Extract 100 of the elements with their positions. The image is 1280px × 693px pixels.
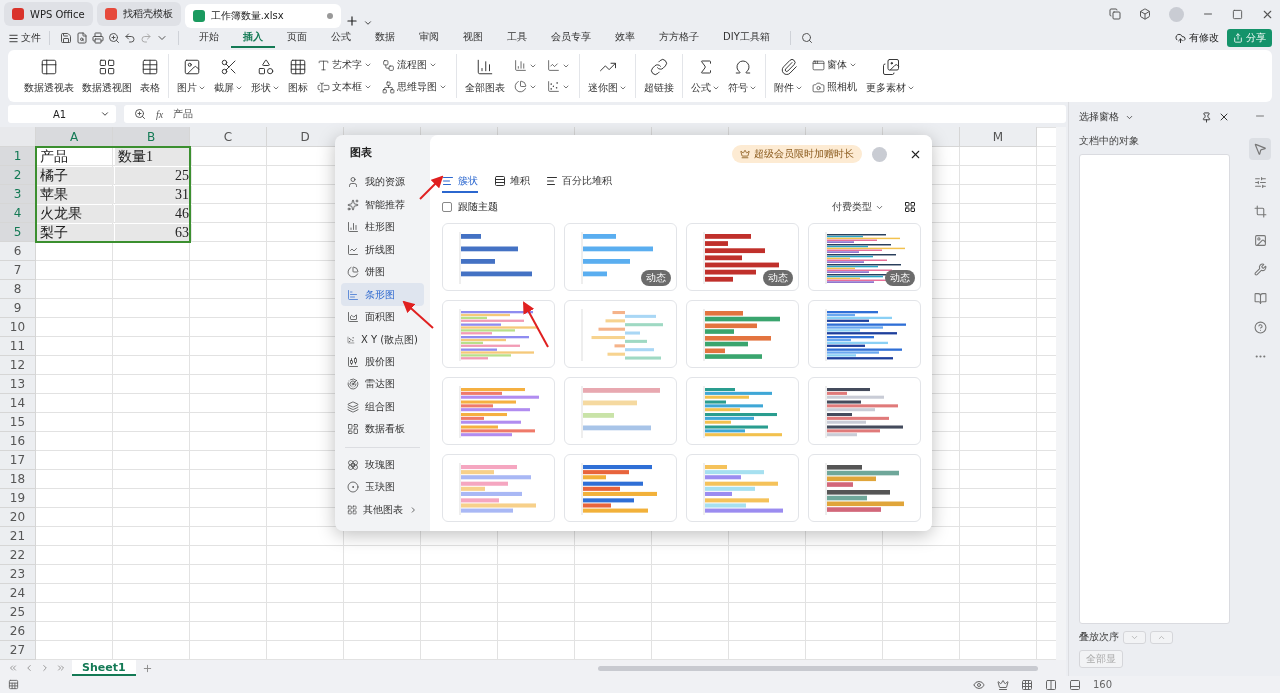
pin-icon[interactable] <box>1201 111 1212 123</box>
window-icon[interactable] <box>1109 8 1121 20</box>
table-cell[interactable]: 63 <box>115 224 192 242</box>
row-header[interactable]: 6 <box>0 242 36 261</box>
row-header[interactable]: 9 <box>0 299 36 318</box>
row-header[interactable]: 19 <box>0 489 36 508</box>
ribbon-button[interactable]: 全部图表 <box>463 57 507 95</box>
ribbon-button[interactable]: 截屏 <box>212 57 245 95</box>
row-header[interactable]: 16 <box>0 432 36 451</box>
sliders-icon[interactable] <box>1253 176 1267 189</box>
table-cell[interactable]: 橘子 <box>37 167 114 185</box>
chart-thumbnail[interactable]: 动态 <box>686 223 799 291</box>
ribbon-button[interactable]: 图标 <box>286 57 310 95</box>
ribbon-button[interactable]: 表格 <box>138 57 162 95</box>
save-icon[interactable] <box>60 32 72 44</box>
chart-thumbnail[interactable]: 动态 <box>808 223 921 291</box>
table-cell[interactable]: 数量1 <box>115 148 192 166</box>
table-cell[interactable]: 31 <box>115 186 192 204</box>
menu-tab[interactable]: 开始 <box>187 28 231 48</box>
row-header[interactable]: 22 <box>0 546 36 565</box>
row-header[interactable]: 12 <box>0 356 36 375</box>
window-tab[interactable]: WPS Office <box>4 2 93 26</box>
ribbon-button[interactable]: 数据透视图 <box>80 57 134 95</box>
column-header[interactable]: B <box>113 127 190 147</box>
ribbon-button[interactable] <box>514 59 537 72</box>
sheet-icon[interactable] <box>8 679 19 690</box>
menu-tab[interactable]: 页面 <box>275 28 319 48</box>
chart-type-item[interactable]: 玫瑰图 <box>341 453 424 477</box>
table-cell[interactable]: 产品 <box>37 148 114 166</box>
file-search-icon[interactable] <box>76 32 88 44</box>
maximize-icon[interactable] <box>1232 8 1243 20</box>
row-header[interactable]: 27 <box>0 641 36 660</box>
search-icon[interactable] <box>800 32 813 44</box>
style-tab[interactable]: 堆积 <box>494 171 530 193</box>
window-tab[interactable]: 找稻壳模板 <box>96 2 181 26</box>
file-menu[interactable]: 文件 <box>8 31 41 45</box>
cloud-status-button[interactable]: 有修改 <box>1175 31 1219 45</box>
row-header[interactable]: 15 <box>0 413 36 432</box>
chart-thumbnail[interactable]: 动态 <box>564 223 677 291</box>
row-header[interactable]: 5 <box>0 223 36 242</box>
row-header[interactable]: 24 <box>0 584 36 603</box>
ribbon-button[interactable] <box>514 80 537 93</box>
table-cell[interactable]: 火龙果 <box>37 205 114 223</box>
new-tab-icon[interactable] <box>344 14 359 28</box>
chart-type-item[interactable]: 数据看板 <box>341 418 424 441</box>
chart-type-item[interactable]: 玉玦图 <box>341 476 424 499</box>
menu-tab[interactable]: 公式 <box>319 28 363 48</box>
undo-icon[interactable] <box>124 32 136 44</box>
row-header[interactable]: 10 <box>0 318 36 337</box>
menu-tab[interactable]: 方方格子 <box>647 28 711 48</box>
print-icon[interactable] <box>92 32 104 44</box>
horizontal-scrollbar[interactable] <box>598 665 1038 671</box>
chart-type-item[interactable]: 我的资源 <box>341 171 424 194</box>
menu-tab[interactable]: 视图 <box>451 28 495 48</box>
ribbon-button[interactable]: 窗体 <box>812 58 857 72</box>
style-tab[interactable]: 百分比堆积 <box>546 171 612 193</box>
chart-type-item[interactable]: 折线图 <box>341 238 424 261</box>
menu-tab[interactable]: DIY工具箱 <box>711 28 782 48</box>
menu-tab[interactable]: 审阅 <box>407 28 451 48</box>
ribbon-button[interactable]: 思维导图 <box>382 80 447 94</box>
row-header[interactable]: 14 <box>0 394 36 413</box>
chart-type-item[interactable]: 组合图 <box>341 395 424 419</box>
redo-icon[interactable] <box>140 32 152 44</box>
filter-dropdown[interactable]: 付费类型 <box>832 200 884 214</box>
row-header[interactable]: 4 <box>0 204 36 223</box>
print-preview-icon[interactable] <box>108 32 120 44</box>
ribbon-button[interactable]: 形状 <box>249 57 282 95</box>
row-header[interactable]: 17 <box>0 451 36 470</box>
ribbon-button[interactable]: 公式 <box>689 57 722 95</box>
ribbon-button[interactable]: 更多素材 <box>864 57 917 95</box>
chart-type-item[interactable]: 股价图 <box>341 350 424 374</box>
ribbon-button[interactable]: 超链接 <box>642 57 676 95</box>
table-cell[interactable]: 46 <box>115 205 192 223</box>
chart-type-item[interactable]: 智能推荐 <box>341 193 424 216</box>
row-header[interactable]: 1 <box>0 147 36 166</box>
add-sheet-icon[interactable] <box>141 662 153 674</box>
row-header[interactable]: 11 <box>0 337 36 356</box>
row-header[interactable]: 7 <box>0 261 36 280</box>
chart-type-item[interactable]: 条形图 <box>341 283 424 306</box>
menu-tab[interactable]: 数据 <box>363 28 407 48</box>
column-header[interactable]: A <box>36 127 113 147</box>
row-header[interactable]: 13 <box>0 375 36 394</box>
chart-type-item[interactable]: 饼图 <box>341 260 424 284</box>
row-header[interactable]: 18 <box>0 470 36 489</box>
tools-icon[interactable] <box>1253 263 1267 276</box>
ribbon-button[interactable]: 数据透视表 <box>22 57 76 95</box>
tab-list-icon[interactable] <box>362 18 373 28</box>
menu-tab[interactable]: 工具 <box>495 28 539 48</box>
cube-icon[interactable] <box>1139 8 1151 20</box>
ribbon-button[interactable]: 照相机 <box>812 80 857 94</box>
checkbox[interactable] <box>442 202 452 212</box>
menu-tab[interactable]: 效率 <box>603 28 647 48</box>
row-header[interactable]: 8 <box>0 280 36 299</box>
chart-type-item[interactable]: 柱形图 <box>341 215 424 239</box>
ribbon-button[interactable]: 迷你图 <box>586 57 629 95</box>
crop-icon[interactable] <box>1253 205 1267 218</box>
ribbon-button[interactable]: 流程图 <box>382 58 447 72</box>
share-button[interactable]: 分享 <box>1227 29 1272 47</box>
image-icon[interactable] <box>1253 234 1267 247</box>
book-icon[interactable] <box>1253 292 1267 305</box>
